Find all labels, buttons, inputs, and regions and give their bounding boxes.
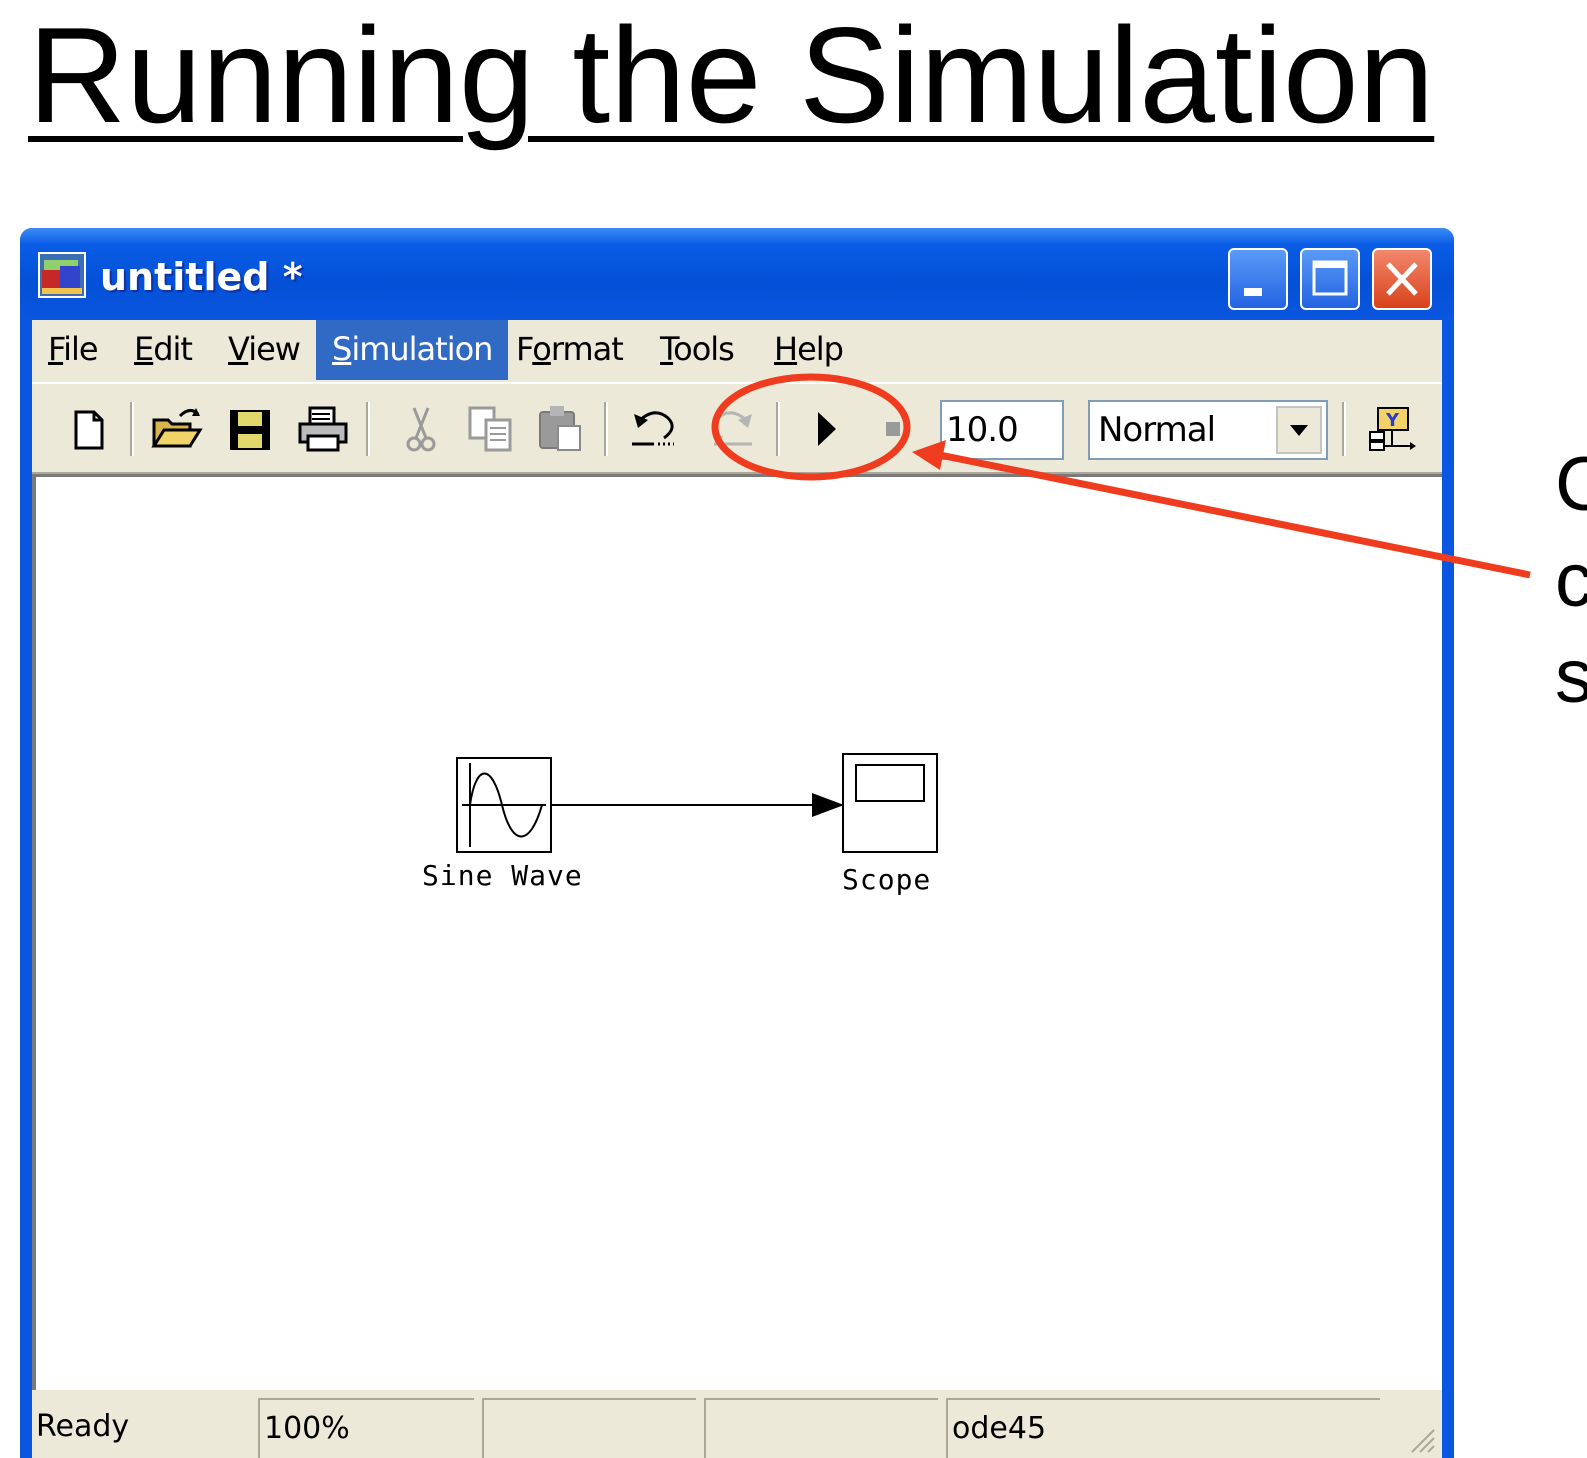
stop-simulation-icon (886, 422, 900, 436)
status-solver: ode45 (946, 1398, 1380, 1458)
close-icon (1386, 262, 1418, 296)
svg-text:Y: Y (1385, 410, 1400, 431)
window-client-area: File Edit View Simulation Format Tools H… (32, 320, 1442, 1458)
menu-file[interactable]: File (32, 320, 114, 380)
callout-text-line-1: C (1555, 442, 1587, 527)
menu-tools[interactable]: Tools (644, 320, 750, 380)
status-pane-empty-2 (704, 1398, 938, 1458)
menu-mnemonic: o (532, 330, 552, 368)
open-folder-icon (151, 408, 203, 448)
menu-mnemonic: T (660, 330, 674, 368)
signal-arrowhead-icon (812, 793, 844, 817)
menu-format[interactable]: Format (500, 320, 639, 380)
new-model-button[interactable] (56, 398, 118, 460)
signal-line[interactable] (552, 793, 846, 817)
print-button[interactable] (292, 398, 354, 460)
paste-icon (539, 406, 581, 451)
toolbar: 10.0 Normal Y (32, 382, 1442, 474)
menu-label: Simulation (332, 330, 493, 368)
status-bar: Ready 100% ode45 (32, 1390, 1442, 1458)
menu-mnemonic: E (134, 330, 154, 368)
scope-icon (855, 764, 925, 802)
copy-icon (468, 406, 512, 452)
start-simulation-icon (818, 412, 836, 446)
simulation-mode-select[interactable]: Normal (1088, 400, 1328, 460)
new-model-icon (74, 410, 104, 450)
simulation-mode-dropdown-button[interactable] (1276, 406, 1322, 454)
stop-simulation-button[interactable] (864, 398, 926, 460)
undo-icon (632, 411, 674, 446)
start-simulation-button[interactable] (794, 398, 856, 460)
redo-icon (712, 411, 752, 446)
cut-icon (406, 407, 436, 452)
print-icon (298, 406, 348, 452)
scope-block[interactable] (842, 753, 938, 853)
menu-help[interactable]: Help (758, 320, 859, 380)
status-zoom: 100% (258, 1398, 474, 1458)
simulation-mode-value: Normal (1098, 410, 1216, 450)
paste-button[interactable] (530, 398, 592, 460)
save-button[interactable] (220, 398, 282, 460)
menu-view[interactable]: View (212, 320, 316, 380)
redo-button[interactable] (702, 398, 764, 460)
menu-mnemonic: V (228, 330, 249, 368)
slide-title: Running the Simulation (28, 0, 1435, 151)
status-ready: Ready (36, 1409, 130, 1444)
sine-wave-label: Sine Wave (422, 859, 583, 892)
menu-mnemonic: F (48, 330, 64, 368)
menu-mnemonic: H (774, 330, 798, 368)
sine-wave-icon (462, 763, 546, 847)
menu-label: Tools (660, 330, 735, 368)
menu-edit[interactable]: Edit (118, 320, 208, 380)
menu-label: View (228, 330, 301, 368)
copy-button[interactable] (460, 398, 522, 460)
scope-label: Scope (842, 863, 932, 896)
menu-mnemonic: S (332, 330, 352, 368)
minimize-icon (1244, 288, 1262, 296)
menu-bar: File Edit View Simulation Format Tools H… (32, 320, 1442, 380)
sine-wave-block[interactable] (456, 757, 552, 853)
simulink-model-window: untitled * File Edit View Simulation For… (20, 228, 1454, 1458)
window-title: untitled * (100, 255, 303, 299)
cut-button[interactable] (390, 398, 452, 460)
close-button[interactable] (1372, 248, 1432, 310)
menu-simulation[interactable]: Simulation (316, 320, 509, 380)
menu-label: File (48, 330, 99, 368)
open-model-button[interactable] (146, 398, 208, 460)
minimize-button[interactable] (1228, 248, 1288, 310)
simulink-app-icon (38, 252, 86, 298)
stop-time-input[interactable]: 10.0 (940, 400, 1064, 460)
callout-text-line-2: c (1555, 538, 1587, 623)
title-bar[interactable]: untitled * (20, 228, 1454, 320)
maximize-icon (1312, 260, 1348, 296)
callout-text-line-3: s (1555, 634, 1587, 719)
chevron-down-icon (1290, 425, 1308, 436)
menu-label: Format (516, 330, 624, 368)
save-icon (230, 410, 270, 450)
status-pane-empty-1 (482, 1398, 696, 1458)
menu-label: Edit (134, 330, 193, 368)
undo-button[interactable] (624, 398, 686, 460)
model-canvas[interactable]: Sine Wave Scope (32, 474, 1442, 1390)
maximize-button[interactable] (1300, 248, 1360, 310)
library-browser-icon: Y (1369, 407, 1416, 451)
library-browser-button[interactable]: Y (1362, 398, 1424, 460)
resize-grip-icon[interactable] (1406, 1424, 1436, 1454)
menu-label: Help (774, 330, 844, 368)
